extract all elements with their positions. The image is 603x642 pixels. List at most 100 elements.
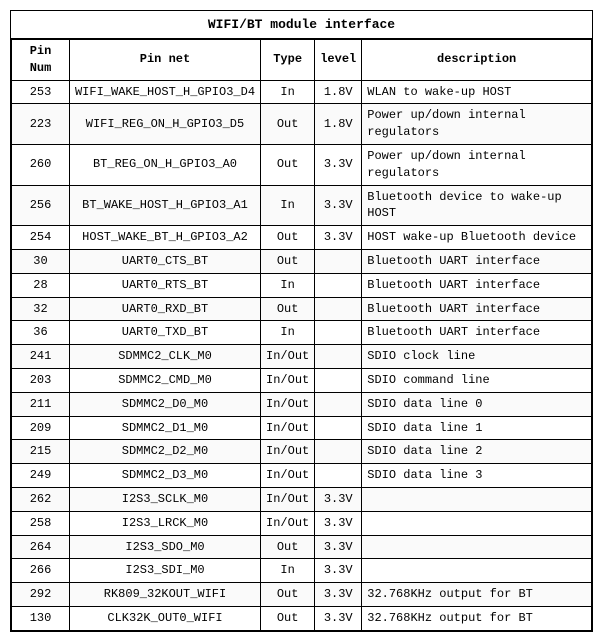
cell-type: In <box>261 80 315 104</box>
cell-type: Out <box>261 583 315 607</box>
cell-pin-num: 256 <box>12 185 70 226</box>
cell-pin-net: UART0_TXD_BT <box>69 321 260 345</box>
cell-description: 32.768KHz output for BT <box>362 583 592 607</box>
cell-level: 1.8V <box>315 80 362 104</box>
cell-description: WLAN to wake-up HOST <box>362 80 592 104</box>
cell-level: 1.8V <box>315 104 362 145</box>
cell-type: In/Out <box>261 368 315 392</box>
cell-level <box>315 368 362 392</box>
cell-type: Out <box>261 226 315 250</box>
cell-level: 3.3V <box>315 583 362 607</box>
col-pin-num: Pin Num <box>12 40 70 81</box>
cell-type: Out <box>261 535 315 559</box>
table-row: 262I2S3_SCLK_M0In/Out3.3V <box>12 487 592 511</box>
cell-description: 32.768KHz output for BT <box>362 606 592 630</box>
cell-type: Out <box>261 104 315 145</box>
table-row: 130CLK32K_OUT0_WIFIOut3.3V32.768KHz outp… <box>12 606 592 630</box>
table-row: 209SDMMC2_D1_M0In/OutSDIO data line 1 <box>12 416 592 440</box>
cell-type: In/Out <box>261 464 315 488</box>
table-row: 36UART0_TXD_BTIn Bluetooth UART interface <box>12 321 592 345</box>
cell-pin-num: 266 <box>12 559 70 583</box>
cell-level: 3.3V <box>315 487 362 511</box>
col-level: level <box>315 40 362 81</box>
cell-type: In/Out <box>261 440 315 464</box>
cell-pin-num: 130 <box>12 606 70 630</box>
cell-pin-net: SDMMC2_CMD_M0 <box>69 368 260 392</box>
cell-pin-num: 254 <box>12 226 70 250</box>
wifi-bt-table-container: WIFI/BT module interface Pin Num Pin net… <box>10 10 593 632</box>
cell-description: Power up/down internal regulators <box>362 144 592 185</box>
cell-pin-num: 249 <box>12 464 70 488</box>
table-row: 30UART0_CTS_BTOutBluetooth UART interfac… <box>12 249 592 273</box>
cell-level: 3.3V <box>315 559 362 583</box>
cell-type: Out <box>261 297 315 321</box>
table-row: 215SDMMC2_D2_M0In/Out SDIO data line 2 <box>12 440 592 464</box>
cell-level <box>315 273 362 297</box>
cell-description: Bluetooth UART interface <box>362 321 592 345</box>
cell-pin-net: BT_REG_ON_H_GPIO3_A0 <box>69 144 260 185</box>
cell-pin-num: 264 <box>12 535 70 559</box>
table-row: 32UART0_RXD_BTOut Bluetooth UART interfac… <box>12 297 592 321</box>
table-row: 203SDMMC2_CMD_M0In/OutSDIO command line <box>12 368 592 392</box>
table-row: 28UART0_RTS_BTInBluetooth UART interface <box>12 273 592 297</box>
col-description: description <box>362 40 592 81</box>
cell-description: SDIO data line 1 <box>362 416 592 440</box>
cell-pin-num: 223 <box>12 104 70 145</box>
cell-pin-net: SDMMC2_D2_M0 <box>69 440 260 464</box>
cell-type: Out <box>261 249 315 273</box>
cell-pin-net: UART0_RXD_BT <box>69 297 260 321</box>
cell-pin-net: I2S3_SDO_M0 <box>69 535 260 559</box>
cell-pin-num: 211 <box>12 392 70 416</box>
cell-pin-net: I2S3_SCLK_M0 <box>69 487 260 511</box>
table-row: 241SDMMC2_CLK_M0In/OutSDIO clock line <box>12 345 592 369</box>
cell-pin-num: 262 <box>12 487 70 511</box>
cell-pin-num: 215 <box>12 440 70 464</box>
cell-level: 3.3V <box>315 535 362 559</box>
col-type: Type <box>261 40 315 81</box>
cell-level <box>315 464 362 488</box>
cell-type: Out <box>261 606 315 630</box>
cell-level: 3.3V <box>315 511 362 535</box>
table-row: 292RK809_32KOUT_WIFIOut3.3V32.768KHz out… <box>12 583 592 607</box>
cell-pin-net: I2S3_SDI_M0 <box>69 559 260 583</box>
cell-pin-net: WIFI_WAKE_HOST_H_GPIO3_D4 <box>69 80 260 104</box>
cell-pin-net: BT_WAKE_HOST_H_GPIO3_A1 <box>69 185 260 226</box>
table-title: WIFI/BT module interface <box>11 11 592 39</box>
table-row: 249SDMMC2_D3_M0In/OutSDIO data line 3 <box>12 464 592 488</box>
cell-description: Bluetooth UART interface <box>362 297 592 321</box>
cell-pin-num: 209 <box>12 416 70 440</box>
cell-description: Bluetooth UART interface <box>362 273 592 297</box>
cell-level: 3.3V <box>315 226 362 250</box>
cell-level <box>315 392 362 416</box>
cell-type: In/Out <box>261 511 315 535</box>
cell-description: SDIO data line 3 <box>362 464 592 488</box>
cell-pin-num: 36 <box>12 321 70 345</box>
table-row: 256BT_WAKE_HOST_H_GPIO3_A1In3.3VBluetoot… <box>12 185 592 226</box>
cell-pin-num: 28 <box>12 273 70 297</box>
cell-pin-net: UART0_CTS_BT <box>69 249 260 273</box>
table-header-row: Pin Num Pin net Type level description <box>12 40 592 81</box>
cell-pin-num: 258 <box>12 511 70 535</box>
cell-pin-net: I2S3_LRCK_M0 <box>69 511 260 535</box>
table-row: 258I2S3_LRCK_M0In/Out3.3V <box>12 511 592 535</box>
table-row: 211SDMMC2_D0_M0In/OutSDIO data line 0 <box>12 392 592 416</box>
cell-description: SDIO data line 2 <box>362 440 592 464</box>
cell-description: Power up/down internal regulators <box>362 104 592 145</box>
cell-description: Bluetooth device to wake-up HOST <box>362 185 592 226</box>
cell-pin-num: 32 <box>12 297 70 321</box>
cell-pin-num: 292 <box>12 583 70 607</box>
table-row: 254HOST_WAKE_BT_H_GPIO3_A2Out3.3VHOST wa… <box>12 226 592 250</box>
cell-description: SDIO clock line <box>362 345 592 369</box>
cell-pin-net: CLK32K_OUT0_WIFI <box>69 606 260 630</box>
cell-level <box>315 345 362 369</box>
cell-type: In <box>261 273 315 297</box>
cell-level <box>315 440 362 464</box>
cell-description <box>362 487 592 511</box>
cell-level: 3.3V <box>315 606 362 630</box>
cell-level <box>315 249 362 273</box>
table-body: 253WIFI_WAKE_HOST_H_GPIO3_D4In1.8VWLAN t… <box>12 80 592 630</box>
cell-pin-net: RK809_32KOUT_WIFI <box>69 583 260 607</box>
cell-description <box>362 511 592 535</box>
table-row: 223WIFI_REG_ON_H_GPIO3_D5Out1.8VPower up… <box>12 104 592 145</box>
cell-type: In <box>261 321 315 345</box>
